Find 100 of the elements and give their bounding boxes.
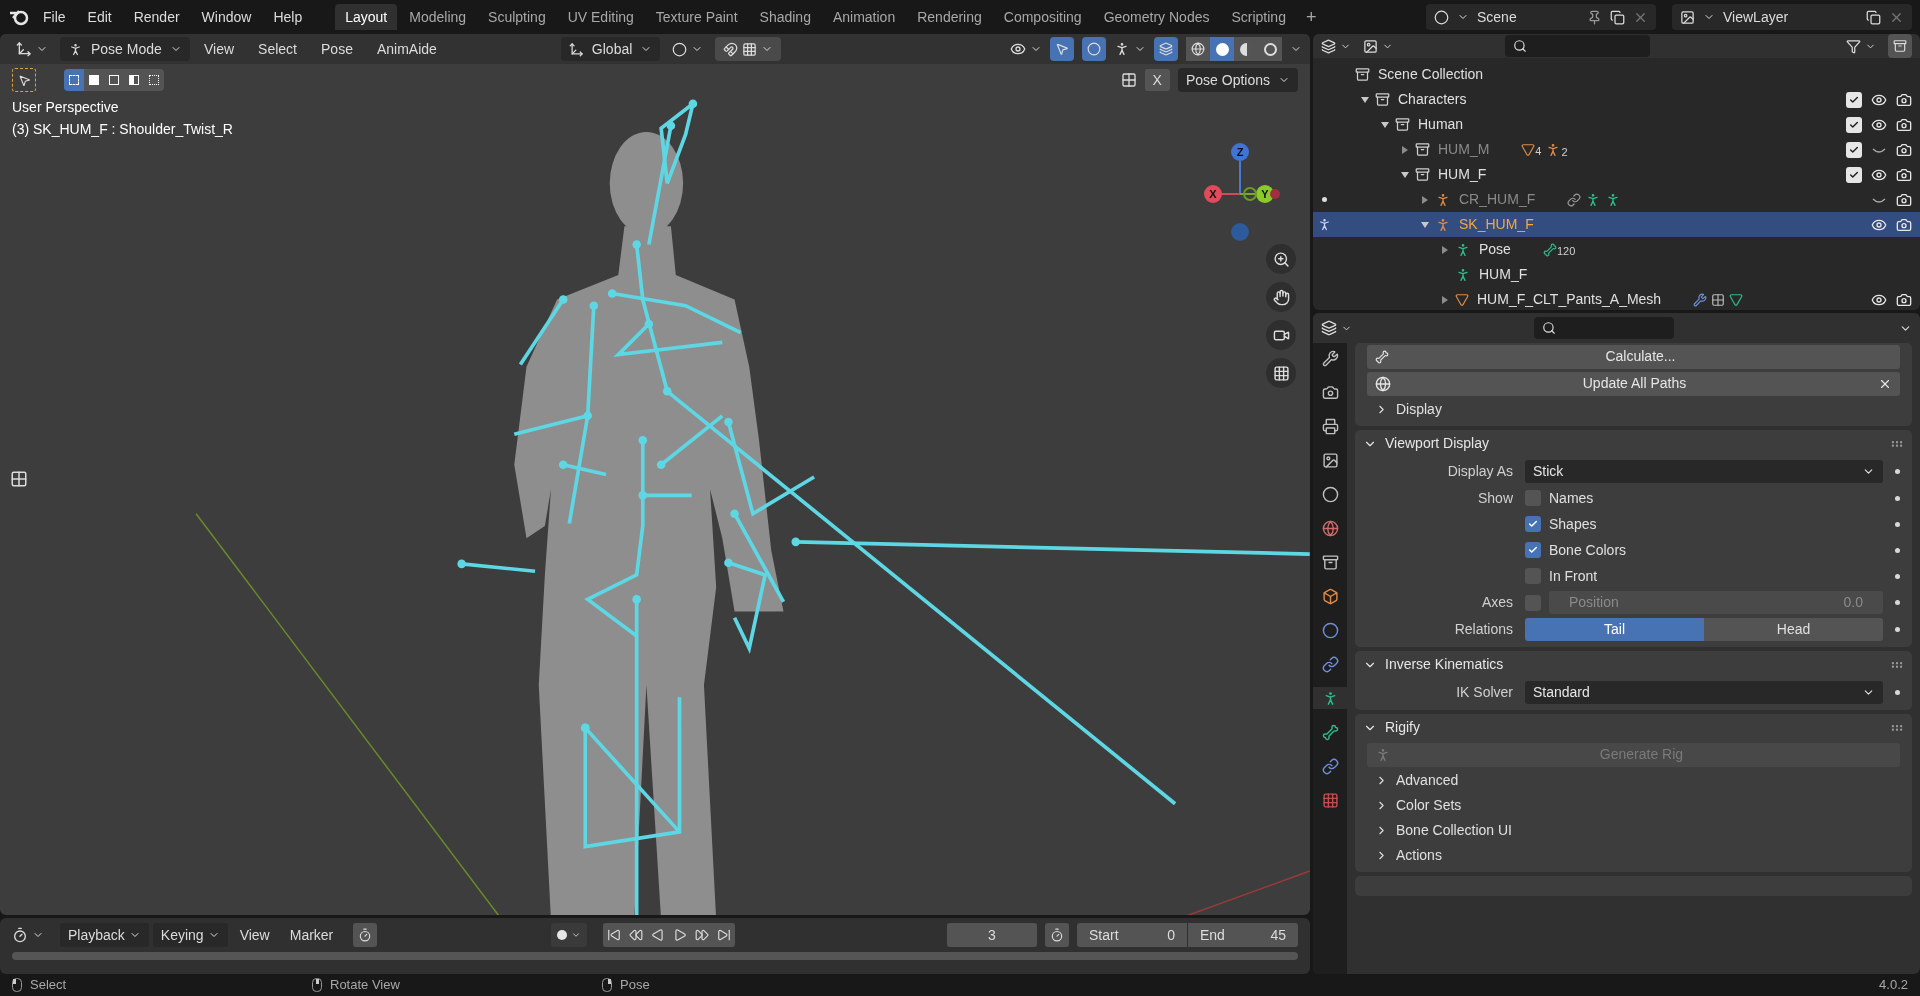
camera-icon[interactable] <box>1321 383 1339 401</box>
workspace-tab[interactable]: Layout <box>335 4 398 30</box>
editor-type-button[interactable] <box>1321 320 1352 336</box>
expand-arrow-icon[interactable] <box>1421 221 1429 228</box>
bone-overlay-button[interactable] <box>1114 41 1146 57</box>
gizmo-toggle-button[interactable] <box>1050 37 1074 61</box>
start-frame-field[interactable]: Start 0 <box>1077 923 1187 948</box>
camera-view-button[interactable] <box>1266 320 1296 350</box>
subpanel-header[interactable]: Bone Collection UI <box>1355 818 1912 843</box>
circle-icon[interactable] <box>1321 621 1339 639</box>
workspace-tab[interactable]: Modeling <box>399 4 477 30</box>
camera-icon[interactable] <box>1896 141 1912 158</box>
collapse-arrow-icon[interactable] <box>1442 245 1448 254</box>
zoom-button[interactable] <box>1266 244 1296 274</box>
layers-icon[interactable] <box>1321 320 1337 336</box>
image-icon[interactable] <box>1363 38 1378 54</box>
viewport[interactable]: Pose Mode View Select Pose AnimAide Global X Pose Options User Perspective (3) SK_HUM_F : Shoulder_Twist_R Z X Y <box>0 34 1310 916</box>
outliner-row[interactable]: Pose 120 <box>1313 237 1920 262</box>
copy-icon[interactable] <box>1866 9 1881 25</box>
mode-dropdown[interactable]: Pose Mode <box>60 37 190 61</box>
orientation-dropdown[interactable]: Global <box>560 37 661 61</box>
shading-mode-button[interactable] <box>1258 37 1282 61</box>
toolbar-toggle-icon[interactable] <box>10 470 28 488</box>
workspace-tab[interactable]: UV Editing <box>557 4 644 30</box>
pointer-icon[interactable] <box>1055 42 1069 56</box>
auto-keying-button[interactable] <box>353 923 378 948</box>
next-keyframe-icon[interactable] <box>695 928 710 943</box>
pivot-icon[interactable] <box>672 41 688 57</box>
menu-item[interactable]: AnimAide <box>366 38 447 60</box>
panel-header[interactable]: Rigify <box>1355 714 1912 741</box>
expand-arrow-icon[interactable] <box>1361 96 1369 103</box>
toggle-option[interactable]: Tail <box>1525 618 1704 641</box>
pan-button[interactable] <box>1266 282 1296 312</box>
menu-item[interactable]: View <box>231 923 278 948</box>
dropdown[interactable]: Stick <box>1525 459 1883 483</box>
pointer-icon[interactable] <box>17 73 31 87</box>
subpanel-header[interactable]: Actions <box>1355 843 1912 868</box>
xray-toggle-button[interactable] <box>1154 37 1178 61</box>
armature-icon[interactable] <box>68 41 83 57</box>
toggle-option[interactable]: Head <box>1704 618 1883 641</box>
new-collection-button[interactable] <box>1888 34 1912 58</box>
visibility-button[interactable] <box>1010 41 1042 57</box>
workspace-tab[interactable]: Compositing <box>993 4 1092 30</box>
menu-item[interactable]: View <box>194 38 245 60</box>
display-mode-button[interactable] <box>1321 38 1351 54</box>
properties-tab[interactable] <box>1313 687 1347 709</box>
axes-icon[interactable] <box>16 41 32 57</box>
grid-icon[interactable] <box>1272 364 1290 382</box>
link-icon[interactable] <box>1321 757 1339 775</box>
timeline-scrollbar[interactable] <box>12 952 1298 961</box>
outliner-row[interactable]: SK_HUM_F <box>1313 212 1920 237</box>
jump-end-icon[interactable] <box>717 928 732 943</box>
menu-item[interactable]: Render <box>124 6 189 28</box>
workspace-tab[interactable]: Sculpting <box>478 4 556 30</box>
pin-icon[interactable] <box>1587 9 1602 25</box>
panel-header[interactable]: Inverse Kinematics <box>1355 651 1912 678</box>
image-icon[interactable] <box>1680 9 1695 25</box>
search-field[interactable] <box>1505 35 1650 57</box>
menu-item[interactable]: Keying <box>152 923 228 948</box>
end-frame-field[interactable]: End 45 <box>1188 923 1298 948</box>
copy-icon[interactable] <box>1610 9 1625 25</box>
magnet-icon[interactable] <box>723 41 739 57</box>
image-icon[interactable] <box>1321 451 1339 469</box>
previous-keyframe-icon[interactable] <box>629 928 644 943</box>
checker-icon[interactable] <box>1321 791 1339 809</box>
clock-icon[interactable] <box>358 928 373 943</box>
collapse-arrow-icon[interactable] <box>1422 195 1428 204</box>
workspace-tab[interactable]: Shading <box>749 4 821 30</box>
menu-item[interactable]: Window <box>192 6 261 28</box>
eye-icon[interactable] <box>1010 41 1026 57</box>
workspace-tab[interactable]: Rendering <box>907 4 992 30</box>
panel-header[interactable]: Viewport Display <box>1355 430 1912 457</box>
clock-icon[interactable] <box>12 927 28 944</box>
add-workspace-button[interactable]: + <box>1297 3 1325 31</box>
globe-icon[interactable] <box>1321 519 1339 537</box>
menu-item[interactable]: Pose <box>311 38 363 60</box>
navigation-gizmo-drawing[interactable]: Z X Y <box>1200 134 1280 244</box>
layers-icon[interactable] <box>1321 38 1336 54</box>
collection-icon[interactable] <box>1893 39 1907 53</box>
search-icon[interactable] <box>1513 39 1527 53</box>
workspace-tab[interactable]: Texture Paint <box>645 4 748 30</box>
wireframe-sphere-icon[interactable] <box>1191 42 1205 56</box>
armature-icon[interactable] <box>1114 41 1130 57</box>
play-icon[interactable] <box>673 928 688 943</box>
camera-icon[interactable] <box>1896 216 1912 233</box>
action-button[interactable]: Calculate... <box>1367 344 1900 369</box>
overlay-toggle-button[interactable] <box>1082 37 1106 61</box>
view-layer-selector[interactable]: ViewLayer <box>1672 4 1912 30</box>
collection-icon[interactable] <box>1321 553 1339 571</box>
shading-mode-button[interactable] <box>1210 37 1234 61</box>
view-layer-button[interactable] <box>1363 38 1393 54</box>
outliner-row[interactable]: Characters <box>1313 87 1920 112</box>
subpanel-header[interactable]: Color Sets <box>1355 793 1912 818</box>
outliner-row[interactable]: Scene Collection <box>1313 62 1920 87</box>
pose-options-dropdown[interactable]: Pose Options <box>1177 68 1298 92</box>
preview-range-button[interactable] <box>1045 923 1069 948</box>
menu-item[interactable]: Marker <box>281 923 342 948</box>
menu-item[interactable]: Help <box>264 6 312 28</box>
search-icon[interactable] <box>1542 321 1556 335</box>
filter-button[interactable] <box>1846 38 1876 54</box>
